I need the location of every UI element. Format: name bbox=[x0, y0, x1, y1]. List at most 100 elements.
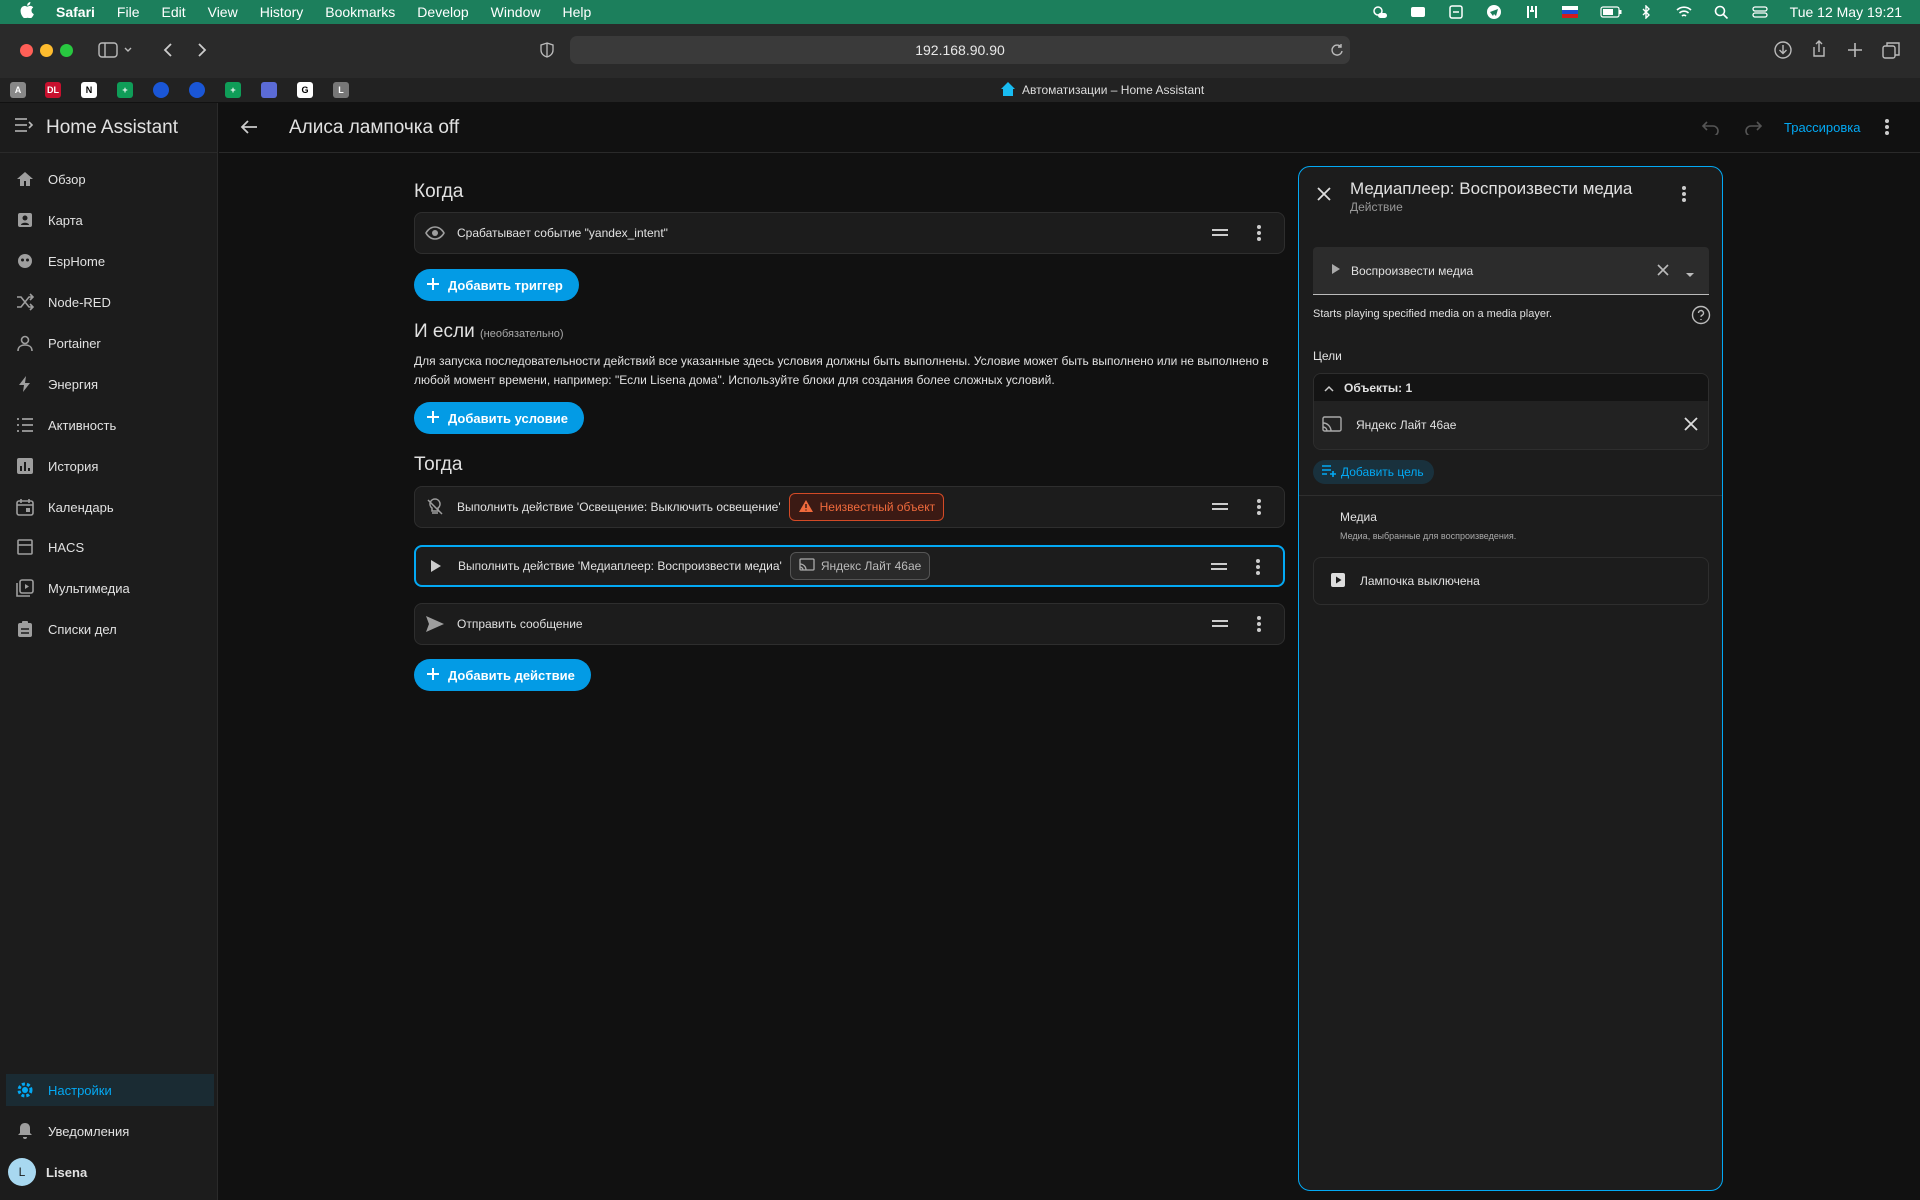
zoom-window-button[interactable] bbox=[60, 44, 73, 57]
favicon-bookmark[interactable]: + bbox=[117, 82, 133, 98]
sidebar-item-settings[interactable]: Настройки bbox=[6, 1074, 214, 1106]
address-bar[interactable]: 192.168.90.90 bbox=[570, 36, 1350, 64]
menu-view[interactable]: View bbox=[208, 4, 238, 20]
sidebar-item-map[interactable]: Карта bbox=[6, 204, 214, 236]
control-center-icon[interactable] bbox=[1752, 5, 1768, 19]
sidebar-item-history[interactable]: История bbox=[6, 450, 214, 482]
favicon-bookmark[interactable]: N bbox=[81, 82, 97, 98]
minimize-window-button[interactable] bbox=[40, 44, 53, 57]
remove-target-icon[interactable] bbox=[1684, 417, 1698, 434]
action-card[interactable]: Отправить сообщение bbox=[414, 603, 1285, 645]
reload-icon[interactable] bbox=[1330, 43, 1344, 62]
drag-handle-icon[interactable] bbox=[1212, 617, 1228, 636]
sidebar-header: Home Assistant bbox=[0, 103, 217, 153]
menu-history[interactable]: History bbox=[260, 4, 304, 20]
drag-handle-icon[interactable] bbox=[1212, 226, 1228, 245]
help-icon[interactable] bbox=[1691, 305, 1711, 330]
flag-ru-icon[interactable] bbox=[1561, 5, 1578, 19]
wifi-icon[interactable] bbox=[1676, 5, 1692, 19]
sidebar-item-logbook[interactable]: Активность bbox=[6, 409, 214, 441]
trigger-card[interactable]: Срабатывает событие "yandex_intent" bbox=[414, 212, 1285, 254]
sidebar-item-portainer[interactable]: Portainer bbox=[6, 327, 214, 359]
action-card[interactable]: Выполнить действие 'Освещение: Выключить… bbox=[414, 486, 1285, 528]
telegram-icon[interactable] bbox=[1486, 5, 1502, 19]
tools-icon[interactable] bbox=[1524, 5, 1540, 19]
download-icon[interactable] bbox=[1774, 41, 1792, 64]
trace-button[interactable]: Трассировка bbox=[1784, 120, 1861, 135]
sidebar-item-hacs[interactable]: HACS bbox=[6, 531, 214, 563]
sidebar-item-overview[interactable]: Обзор bbox=[6, 163, 214, 195]
more-vert-icon[interactable] bbox=[1255, 558, 1261, 581]
keyboard-icon[interactable] bbox=[1410, 5, 1426, 19]
menubar-clock[interactable]: Tue 12 May 19:21 bbox=[1790, 4, 1902, 20]
favicon-bookmark[interactable]: L bbox=[333, 82, 349, 98]
menu-help[interactable]: Help bbox=[562, 4, 591, 20]
clear-icon[interactable] bbox=[1657, 264, 1669, 279]
active-tab[interactable]: Автоматизации – Home Assistant bbox=[1000, 81, 1204, 98]
new-tab-icon[interactable] bbox=[1847, 42, 1863, 63]
entity-chip[interactable]: Яндекс Лайт 46ae bbox=[789, 552, 931, 580]
menu-app-name[interactable]: Safari bbox=[56, 4, 95, 20]
menu-develop[interactable]: Develop bbox=[417, 4, 468, 20]
share-icon[interactable] bbox=[1811, 40, 1827, 63]
menu-toggle-icon[interactable] bbox=[14, 117, 38, 138]
close-icon[interactable] bbox=[1317, 187, 1331, 206]
tab-overview-icon[interactable] bbox=[1882, 41, 1900, 64]
more-vert-icon[interactable] bbox=[1256, 615, 1262, 638]
sidebar-item-node-red[interactable]: Node-RED bbox=[6, 286, 214, 318]
action-card-selected[interactable]: Выполнить действие 'Медиаплеер: Воспроиз… bbox=[414, 545, 1285, 587]
favicon-bookmark[interactable]: + bbox=[225, 82, 241, 98]
drag-handle-icon[interactable] bbox=[1212, 500, 1228, 519]
favicon-bookmark[interactable] bbox=[261, 82, 277, 98]
battery-icon[interactable] bbox=[1600, 5, 1622, 19]
spotlight-search-icon[interactable] bbox=[1714, 5, 1730, 20]
menu-file[interactable]: File bbox=[117, 4, 140, 20]
sidebar-item-profile[interactable]: L Lisena bbox=[6, 1156, 214, 1188]
more-vert-icon[interactable] bbox=[1256, 498, 1262, 521]
back-icon[interactable] bbox=[162, 42, 174, 63]
favicon-bookmark[interactable]: G bbox=[297, 82, 313, 98]
weather-icon[interactable] bbox=[1372, 5, 1388, 19]
sidebar-toggle-icon[interactable] bbox=[98, 42, 132, 63]
shield-icon[interactable] bbox=[540, 42, 554, 63]
timemachine-icon[interactable] bbox=[1448, 5, 1464, 19]
unknown-entity-chip[interactable]: Неизвестный объект bbox=[788, 493, 945, 521]
bluetooth-icon[interactable] bbox=[1638, 4, 1654, 20]
media-description: Медиа, выбранные для воспроизведения. bbox=[1340, 531, 1517, 541]
back-arrow-icon[interactable] bbox=[239, 117, 259, 142]
favicon-bookmark[interactable]: DL bbox=[45, 82, 61, 98]
sidebar-item-notifications[interactable]: Уведомления bbox=[6, 1115, 214, 1147]
more-vert-icon[interactable] bbox=[1256, 224, 1262, 247]
add-target-button[interactable]: Добавить цель bbox=[1313, 460, 1434, 484]
shuffle-icon bbox=[16, 293, 34, 311]
sidebar-item-todo[interactable]: Списки дел bbox=[6, 613, 214, 645]
more-vert-icon[interactable] bbox=[1681, 185, 1687, 208]
menu-window[interactable]: Window bbox=[491, 4, 541, 20]
sidebar-item-media[interactable]: Мультимедиа bbox=[6, 572, 214, 604]
add-action-button[interactable]: Добавить действие bbox=[414, 659, 591, 691]
forward-icon[interactable] bbox=[196, 42, 208, 63]
chevron-down-icon[interactable] bbox=[1685, 267, 1695, 281]
sidebar-item-calendar[interactable]: Календарь bbox=[6, 491, 214, 523]
add-trigger-button[interactable]: Добавить триггер bbox=[414, 269, 579, 301]
favicon-bookmark[interactable] bbox=[189, 82, 205, 98]
action-select-value: Воспроизвести медиа bbox=[1351, 263, 1474, 278]
sidebar-item-energy[interactable]: Энергия bbox=[6, 368, 214, 400]
action-select[interactable]: Воспроизвести медиа bbox=[1313, 247, 1709, 295]
tab-strip bbox=[0, 78, 1920, 102]
add-condition-button[interactable]: Добавить условие bbox=[414, 402, 584, 434]
close-window-button[interactable] bbox=[20, 44, 33, 57]
menu-bookmarks[interactable]: Bookmarks bbox=[325, 4, 395, 20]
drag-handle-icon[interactable] bbox=[1211, 560, 1227, 579]
media-selector[interactable]: Лампочка выключена bbox=[1313, 557, 1709, 605]
favicon-bookmark[interactable] bbox=[153, 82, 169, 98]
sidebar-item-esphome[interactable]: EspHome bbox=[6, 245, 214, 277]
undo-icon[interactable] bbox=[1701, 119, 1721, 140]
favicon-bookmark[interactable]: A bbox=[10, 82, 26, 98]
redo-icon[interactable] bbox=[1743, 119, 1763, 140]
menu-edit[interactable]: Edit bbox=[161, 4, 185, 20]
objects-expander[interactable]: Объекты: 1 bbox=[1314, 374, 1708, 401]
more-vert-icon[interactable] bbox=[1884, 118, 1890, 141]
target-entity-row[interactable]: Яндекс Лайт 46ae bbox=[1314, 401, 1708, 449]
apple-icon[interactable] bbox=[20, 1, 38, 23]
